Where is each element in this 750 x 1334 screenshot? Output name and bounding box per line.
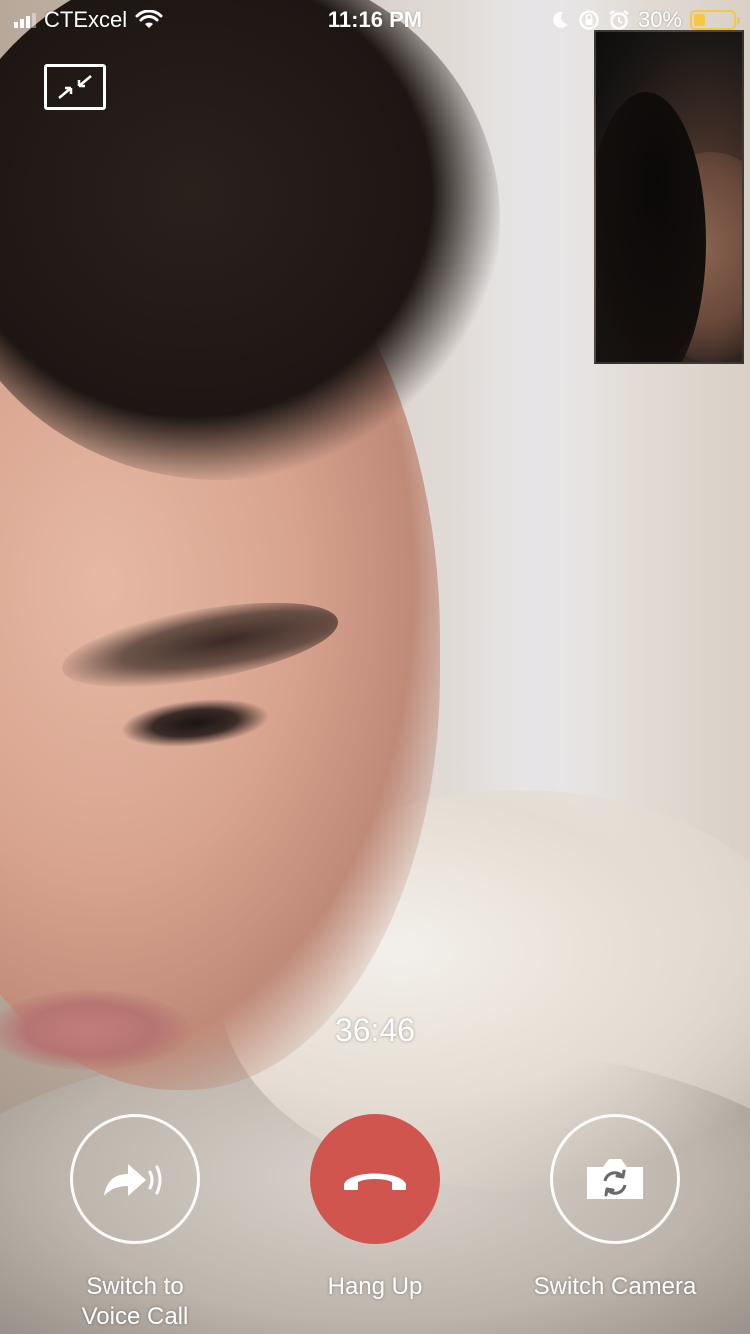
switch-camera-button[interactable]: Switch Camera xyxy=(505,1114,725,1302)
battery-icon xyxy=(690,10,740,30)
moon-icon xyxy=(553,11,568,28)
alarm-icon xyxy=(609,10,629,30)
hang-up-label: Hang Up xyxy=(327,1273,423,1300)
switch-camera-circle[interactable] xyxy=(550,1114,680,1244)
rotation-lock-icon xyxy=(579,10,599,30)
camera-switch-icon xyxy=(587,1159,643,1199)
self-view-hair xyxy=(596,92,706,362)
hang-up-circle[interactable] xyxy=(310,1114,440,1244)
wifi-icon xyxy=(135,10,163,28)
call-controls: Switch to Voice Call Hang Up Switch Came… xyxy=(0,1114,750,1334)
signal-icon xyxy=(14,12,36,28)
switch-voice-circle[interactable] xyxy=(70,1114,200,1244)
call-timer: 36:46 xyxy=(334,1012,416,1048)
minimize-icon xyxy=(58,75,92,99)
phone-forward-icon xyxy=(104,1164,162,1196)
hangup-icon xyxy=(344,1173,406,1190)
switch-voice-label: Switch to Voice Call xyxy=(81,1273,189,1330)
minimize-button[interactable] xyxy=(44,64,106,110)
hang-up-button[interactable]: Hang Up xyxy=(265,1114,485,1302)
status-bar-left: CTExcel xyxy=(14,7,163,33)
carrier-name: CTExcel xyxy=(44,7,128,32)
switch-to-voice-call-button[interactable]: Switch to Voice Call xyxy=(25,1114,245,1332)
self-view-video[interactable] xyxy=(594,30,744,364)
switch-camera-label: Switch Camera xyxy=(533,1273,697,1300)
